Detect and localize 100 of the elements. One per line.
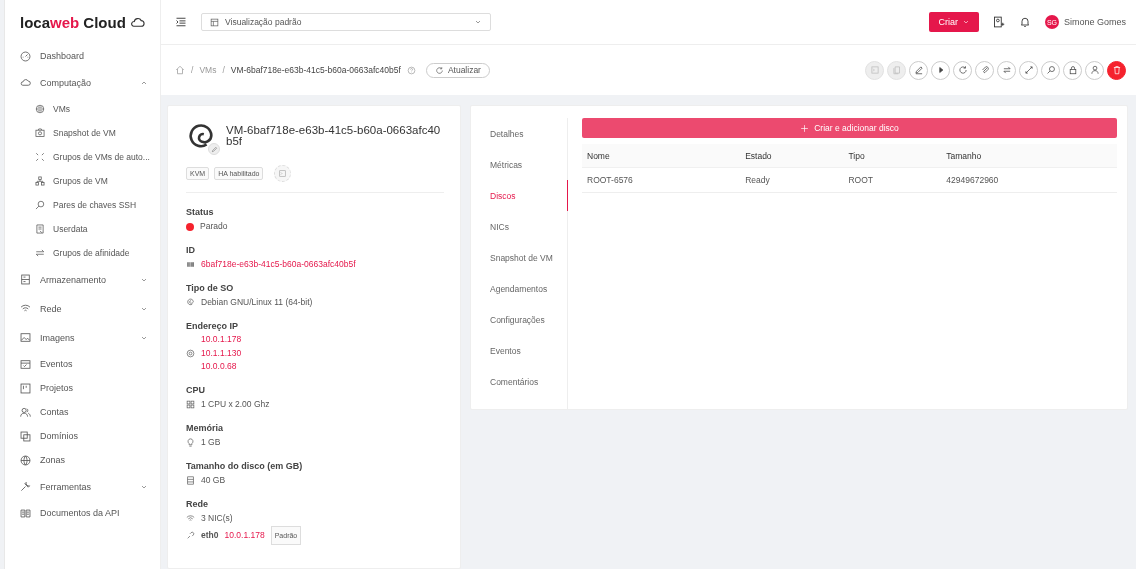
edit-icon bbox=[913, 65, 924, 75]
tab[interactable]: Eventos bbox=[471, 335, 567, 366]
create-button[interactable]: Criar bbox=[929, 12, 979, 32]
sidebar-item[interactable]: Eventos bbox=[5, 352, 160, 376]
plus-icon bbox=[800, 123, 810, 133]
wifi-icon bbox=[20, 303, 31, 314]
storage-icon bbox=[20, 274, 31, 285]
vm-id-link[interactable]: 6baf718e-e63b-41c5-b60a-0663afc40b5f bbox=[201, 257, 356, 272]
tab[interactable]: NICs bbox=[471, 211, 567, 242]
paperclip-icon bbox=[979, 65, 990, 75]
sidebar-item[interactable]: Rede bbox=[5, 294, 160, 323]
sidebar-item[interactable]: Grupos de VMs de auto... bbox=[5, 145, 160, 169]
add-disk-button[interactable]: Criar e adicionar disco bbox=[582, 118, 1117, 138]
terminal-icon bbox=[278, 169, 288, 178]
nic-ip: 10.0.1.178 bbox=[224, 528, 265, 542]
sidebar-item[interactable]: Grupos de afinidade bbox=[5, 241, 160, 265]
sidebar-item[interactable]: Projetos bbox=[5, 376, 160, 400]
detail-label: Tipo de SO bbox=[186, 282, 235, 295]
tab[interactable]: Configurações bbox=[471, 304, 567, 335]
detail-label: CPU bbox=[186, 383, 206, 397]
sidebar-item[interactable]: Userdata bbox=[5, 217, 160, 241]
image-icon bbox=[20, 332, 31, 343]
sidebar-item[interactable]: Zonas bbox=[5, 448, 160, 472]
barcode-icon bbox=[186, 260, 195, 269]
sidebar-item[interactable]: Contas bbox=[5, 400, 160, 424]
sidebar-item[interactable]: Computação bbox=[5, 68, 160, 97]
table-cell: Ready bbox=[740, 167, 844, 193]
nic-name: eth0 bbox=[201, 528, 219, 542]
ip-address: 10.1.1.130 bbox=[201, 346, 242, 360]
console-button[interactable] bbox=[274, 165, 292, 182]
globe-icon bbox=[20, 454, 31, 466]
home-icon bbox=[175, 65, 185, 75]
tab[interactable]: Agendamentos bbox=[471, 273, 567, 304]
sidebar-item[interactable]: Dashboard bbox=[5, 44, 160, 68]
edit-button[interactable] bbox=[208, 143, 220, 155]
copy-icon bbox=[891, 65, 902, 75]
windows-icon bbox=[20, 430, 31, 442]
tab[interactable]: Comentários bbox=[471, 366, 567, 397]
user-icon bbox=[1089, 65, 1100, 75]
column-header: Tamanho bbox=[941, 144, 1117, 168]
search-icon bbox=[35, 200, 45, 210]
user-name[interactable]: Simone Gomes bbox=[1063, 17, 1126, 27]
brand-logo: locaweb Cloud bbox=[20, 13, 126, 31]
sidebar-item[interactable]: Ferramentas bbox=[5, 472, 160, 501]
user-button[interactable] bbox=[1085, 60, 1104, 80]
refresh-button[interactable]: Atualizar bbox=[425, 62, 490, 78]
sidebar-item[interactable]: Grupos de VM bbox=[5, 169, 160, 193]
tab[interactable]: Métricas bbox=[471, 149, 567, 180]
breadcrumb-separator: / bbox=[191, 65, 194, 75]
tab[interactable]: Detalhes bbox=[471, 118, 567, 149]
tab[interactable]: Snapshot de VM bbox=[471, 242, 567, 273]
table-cell: ROOT-6576 bbox=[582, 167, 741, 193]
chip-icon bbox=[186, 399, 195, 409]
play-button[interactable] bbox=[931, 60, 950, 80]
terminal-icon bbox=[869, 65, 880, 75]
refresh-icon bbox=[957, 65, 968, 75]
tab[interactable]: Discos bbox=[471, 180, 568, 211]
swap-button[interactable] bbox=[997, 60, 1016, 80]
users-icon bbox=[20, 406, 31, 418]
database-icon bbox=[186, 475, 195, 485]
detail-label: Status bbox=[186, 206, 215, 219]
detail-label: Tamanho do disco (em GB) bbox=[186, 459, 304, 473]
sidebar-item[interactable]: Documentos da API bbox=[5, 501, 160, 525]
view-select[interactable]: Visualização padrão bbox=[201, 13, 491, 31]
paperclip-button[interactable] bbox=[975, 60, 994, 80]
calendar-icon bbox=[20, 358, 31, 370]
link-icon bbox=[186, 530, 195, 540]
detail-label: Memória bbox=[186, 421, 224, 435]
edit-button[interactable] bbox=[909, 60, 928, 80]
detail-value: 3 NIC(s) bbox=[201, 511, 233, 525]
resize-icon bbox=[1023, 65, 1034, 75]
swap-icon bbox=[35, 248, 45, 258]
sidebar-item[interactable]: Snapshot de VM bbox=[5, 121, 160, 145]
search-button[interactable] bbox=[1041, 60, 1060, 80]
ip-address: 10.0.0.68 bbox=[201, 360, 238, 373]
swirl-icon bbox=[186, 298, 195, 307]
cloud-icon bbox=[20, 77, 31, 88]
detail-label: ID bbox=[186, 244, 196, 257]
resize-button[interactable] bbox=[1019, 60, 1038, 80]
book-icon bbox=[20, 507, 31, 519]
sidebar-item[interactable]: Pares de chaves SSH bbox=[5, 193, 160, 217]
column-header: Estado bbox=[740, 144, 844, 168]
edit-icon bbox=[210, 145, 218, 153]
layout-icon bbox=[210, 17, 219, 27]
sidebar-item[interactable]: Imagens bbox=[5, 323, 160, 352]
sidebar-item[interactable]: Domínios bbox=[5, 424, 160, 448]
sidebar-item[interactable]: Armazenamento bbox=[5, 265, 160, 294]
refresh-button[interactable] bbox=[953, 60, 972, 80]
expand-icon bbox=[35, 152, 45, 162]
detail-label: Endereço IP bbox=[186, 320, 240, 333]
refresh-icon bbox=[434, 65, 444, 75]
location-icon bbox=[186, 348, 195, 358]
detail-value: Debian GNU/Linux 11 (64-bit) bbox=[201, 296, 313, 309]
bulb-icon bbox=[186, 437, 195, 447]
breadcrumb-current: VM-6baf718e-e63b-41c5-b60a-0663afc40b5f bbox=[230, 65, 401, 75]
column-header: Nome bbox=[582, 144, 741, 168]
sidebar-item[interactable]: VMs bbox=[5, 97, 160, 121]
trash-button[interactable] bbox=[1107, 60, 1126, 80]
lock-button[interactable] bbox=[1063, 60, 1082, 80]
status-text: Parado bbox=[200, 220, 228, 233]
